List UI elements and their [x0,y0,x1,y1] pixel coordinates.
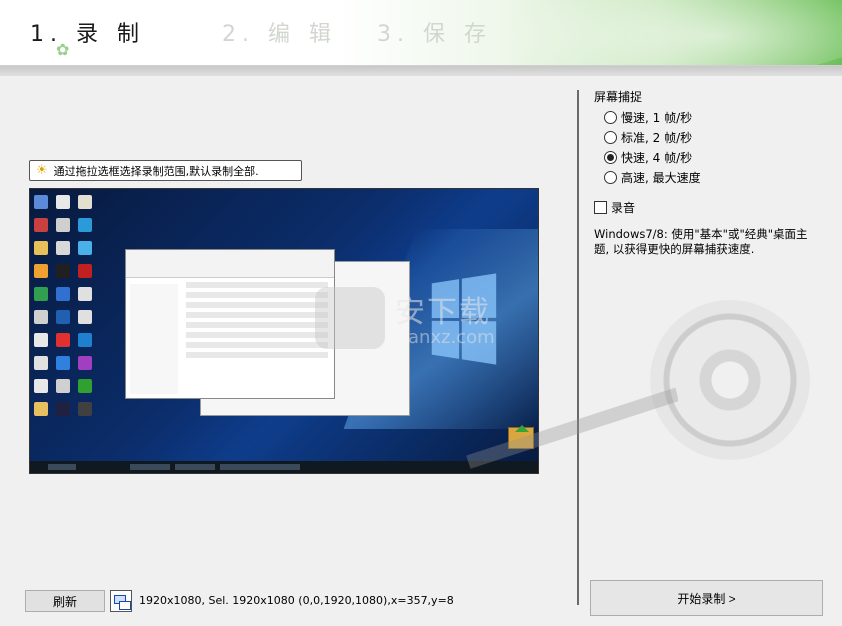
watermark-subtext: anxz.com [408,327,495,348]
preview-window-explorer [125,249,335,399]
desktop-icons [34,195,98,416]
radio-slow[interactable]: 慢速, 1 帧/秒 [604,109,692,126]
selection-hint: ☀ 通过拖拉选框选择录制范围,默认录制全部. [29,160,302,181]
hint-text: 通过拖拉选框选择录制范围,默认录制全部. [53,164,259,178]
select-window-icon[interactable] [110,590,132,612]
start-recording-button[interactable]: 开始录制 > [590,580,823,616]
radio-standard[interactable]: 标准, 2 帧/秒 [604,129,692,146]
selection-status: 1920x1080, Sel. 1920x1080 (0,0,1920,1080… [139,594,454,607]
record-audio-box[interactable] [594,201,607,214]
radio-standard-label: 标准, 2 帧/秒 [621,131,693,145]
refresh-button[interactable]: 刷新 [25,590,105,612]
watermark-text: 安下载 [395,295,491,330]
preview-taskbar [30,461,538,473]
step-record[interactable]: 1. 录 制 [30,16,145,48]
header-band [0,66,842,76]
radio-high[interactable]: 高速, 最大速度 [604,169,701,186]
wizard-header: 1. 录 制 ✿ 2. 编 辑 3. 保 存 [0,0,842,66]
windows-theme-note: Windows7/8: 使用"基本"或"经典"桌面主题, 以获得更快的屏幕捕获速… [594,227,808,256]
capture-section-title: 屏幕捕捉 [594,90,643,104]
lightbulb-icon: ☀ [36,163,48,178]
screen-preview[interactable]: 安下载 anxz.com [29,188,539,474]
record-audio-checkbox[interactable]: 录音 [594,199,635,216]
radio-fast-label: 快速, 4 帧/秒 [621,151,693,165]
pane-divider [577,90,579,605]
header-swoosh [462,0,842,65]
record-step-icon: ✿ [56,40,70,59]
step-edit[interactable]: 2. 编 辑 [222,16,337,48]
radio-high-indicator[interactable] [604,171,617,184]
radio-fast[interactable]: 快速, 4 帧/秒 [604,149,692,166]
radio-standard-indicator[interactable] [604,131,617,144]
radio-slow-label: 慢速, 1 帧/秒 [621,111,693,125]
watermark-shield-icon [315,287,385,349]
radio-slow-indicator[interactable] [604,111,617,124]
film-reel-decoration [650,300,810,460]
radio-high-label: 高速, 最大速度 [621,171,701,185]
record-audio-label: 录音 [611,201,636,215]
radio-fast-indicator[interactable] [604,151,617,164]
step-save[interactable]: 3. 保 存 [377,16,492,48]
